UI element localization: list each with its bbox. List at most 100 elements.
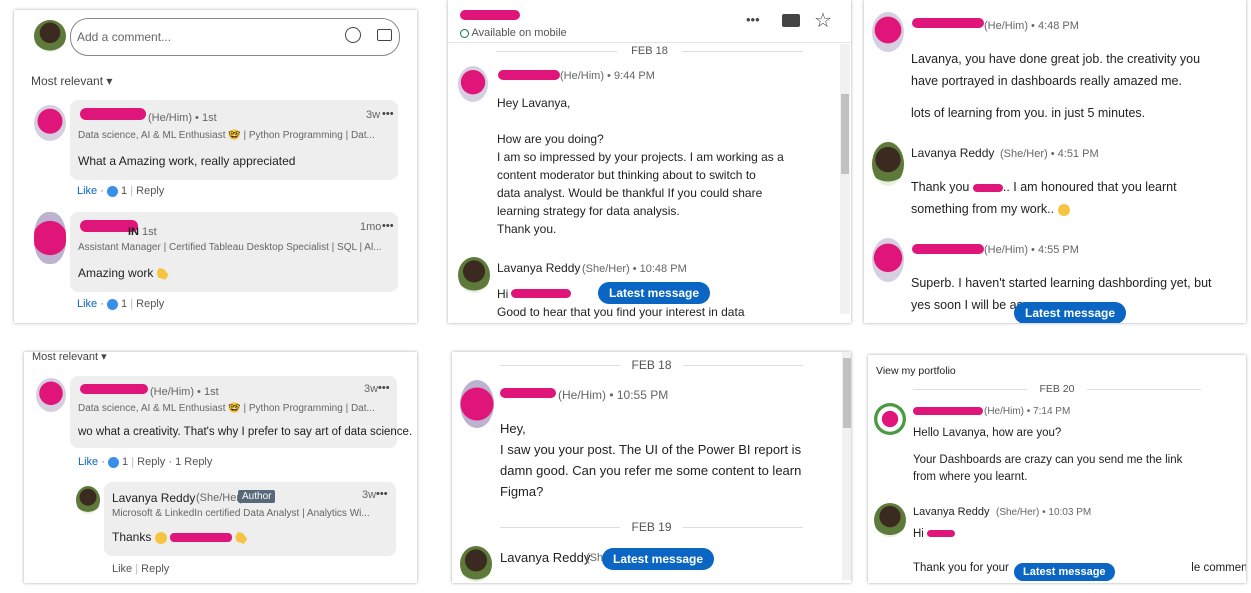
sender-avatar[interactable] (460, 380, 494, 428)
comment-actions: Like · 1 | Reply (77, 298, 164, 310)
avatar[interactable] (34, 20, 66, 52)
message-meta: (She/Her) • 10:48 PM (582, 263, 687, 275)
reply-button[interactable]: Reply (136, 185, 164, 197)
message-line: Thank you .. I am honoured that you lear… (911, 176, 1177, 198)
caret-down-icon: ▾ (98, 352, 107, 363)
redacted-text (927, 530, 956, 538)
reply-text: Thanks (112, 530, 248, 544)
sender-avatar[interactable] (458, 66, 488, 102)
latest-message-button[interactable]: Latest message (1014, 302, 1127, 323)
scrollbar-thumb[interactable] (841, 94, 849, 174)
comment-text-content: Amazing work (78, 266, 154, 280)
more-options-icon[interactable]: ••• (376, 488, 388, 500)
separator-bar: | (130, 298, 134, 310)
sender-name[interactable]: Lavanya Reddy (500, 550, 590, 565)
separator-dot: · (100, 185, 104, 197)
sender-name[interactable]: Lavanya Reddy (911, 146, 994, 160)
scrollbar-thumb[interactable] (843, 358, 851, 428)
like-reaction-icon (106, 298, 118, 310)
message-line: damn good. Can you refer me some content… (500, 463, 802, 478)
view-portfolio-link[interactable]: View my portfolio (876, 365, 956, 377)
comment-actions: Like · 1 | Reply · 1 Reply (78, 456, 212, 468)
sort-dropdown[interactable]: Most relevant ▾ (32, 352, 107, 363)
emoji-icon[interactable] (345, 27, 361, 43)
sender-avatar[interactable] (872, 238, 904, 282)
like-button[interactable]: Like (78, 456, 98, 468)
commenter-meta: 1st (142, 226, 157, 238)
reply-button[interactable]: Reply (136, 298, 164, 310)
comment-input-box[interactable]: Add a comment... (70, 18, 400, 56)
author-headline: Microsoft & LinkedIn certified Data Anal… (112, 508, 370, 519)
commenter-avatar[interactable] (36, 378, 66, 412)
message-text: Thank you (911, 180, 970, 194)
video-call-icon[interactable] (782, 14, 800, 27)
separator-dot: · (101, 456, 105, 468)
like-reaction-icon (106, 185, 118, 197)
sender-name[interactable]: Lavanya Reddy (913, 506, 989, 518)
more-options-icon[interactable]: ••• (382, 220, 394, 232)
message-meta: (He/Him) • 4:48 PM (984, 20, 1079, 32)
status-line: Available on mobile (460, 27, 567, 39)
reaction-count[interactable]: 1 (122, 456, 128, 468)
message-line: learning strategy for data analysis. (497, 204, 680, 218)
comment-bubble: IN 1st 1mo ••• Assistant Manager | Certi… (70, 212, 398, 292)
message-text: something from my work.. (911, 202, 1055, 216)
reply-button[interactable]: Reply (141, 563, 169, 575)
sort-dropdown[interactable]: Most relevant ▾ (31, 74, 112, 88)
separator-bar: | (131, 456, 135, 468)
reaction-count[interactable]: 1 (121, 185, 127, 197)
message-text: le comments (1191, 562, 1246, 574)
message-line: Thank you. (497, 222, 557, 236)
sender-avatar[interactable] (872, 142, 904, 186)
star-icon[interactable]: ☆ (814, 8, 832, 33)
commenter-avatar[interactable] (34, 212, 66, 264)
replies-count-link[interactable]: 1 Reply (175, 456, 212, 468)
reply-button[interactable]: Reply (137, 456, 165, 468)
image-icon[interactable] (377, 29, 392, 41)
message-line: Superb. I haven't started learning dashb… (911, 276, 1212, 290)
message-meta: (He/Him) • 10:55 PM (558, 388, 669, 402)
date-separator: FEB 20 (868, 383, 1246, 395)
message-line: Good to hear that you find your interest… (497, 305, 745, 319)
message-line: data analyst. Would be thankful If you c… (497, 186, 763, 200)
message-meta: (He/Him) • 7:14 PM (984, 406, 1071, 417)
commenter-avatar[interactable] (34, 105, 66, 141)
sender-avatar[interactable] (874, 503, 906, 537)
more-options-icon[interactable]: ••• (378, 382, 390, 394)
author-avatar[interactable] (76, 486, 100, 514)
comments-panel-top-left: Add a comment... Most relevant ▾ (He/Him… (14, 10, 417, 323)
separator-dot: · (168, 456, 173, 468)
message-meta: (She/Her) • 4:51 PM (1000, 148, 1099, 160)
scrollbar[interactable] (842, 352, 851, 580)
scrollbar[interactable] (840, 44, 850, 314)
like-button[interactable]: Like (112, 563, 132, 575)
latest-message-button[interactable]: Latest message (1014, 563, 1115, 581)
redacted-sender-name (913, 407, 983, 415)
message-line (497, 112, 837, 130)
more-options-icon[interactable]: ••• (382, 108, 394, 120)
reaction-count[interactable]: 1 (121, 298, 127, 310)
reply-bubble: Lavanya Reddy (She/Her) Author 3w ••• Mi… (104, 482, 396, 556)
sender-name[interactable]: Lavanya Reddy (497, 261, 580, 275)
sender-avatar[interactable] (460, 546, 492, 582)
message-meta: (He/Him) • 4:55 PM (984, 244, 1079, 256)
reply-actions: Like | Reply (112, 563, 169, 575)
comment-time: 3w (366, 109, 381, 121)
like-button[interactable]: Like (77, 185, 97, 197)
author-pronoun: (She/Her) (196, 492, 244, 504)
comment-text: wo what a creativity. That's why I prefe… (78, 426, 413, 438)
more-options-icon[interactable]: ••• (746, 12, 760, 27)
sender-avatar[interactable] (458, 257, 490, 293)
latest-message-button[interactable]: Latest message (598, 282, 711, 304)
message-line: Hello Lavanya, how are you? (913, 427, 1062, 439)
sender-avatar[interactable] (874, 403, 906, 435)
separator-bar: | (135, 563, 139, 575)
sender-avatar[interactable] (872, 12, 904, 52)
message-thread-bottom-middle: FEB 18 (He/Him) • 10:55 PM Hey, I saw yo… (452, 352, 851, 583)
author-name[interactable]: Lavanya Reddy (112, 491, 195, 505)
latest-message-button[interactable]: Latest message (602, 548, 715, 570)
message-line: Hi (913, 525, 956, 543)
comment-actions: Like · 1 | Reply (77, 185, 164, 197)
like-button[interactable]: Like (77, 298, 97, 310)
message-line: Hey Lavanya, (497, 96, 571, 110)
